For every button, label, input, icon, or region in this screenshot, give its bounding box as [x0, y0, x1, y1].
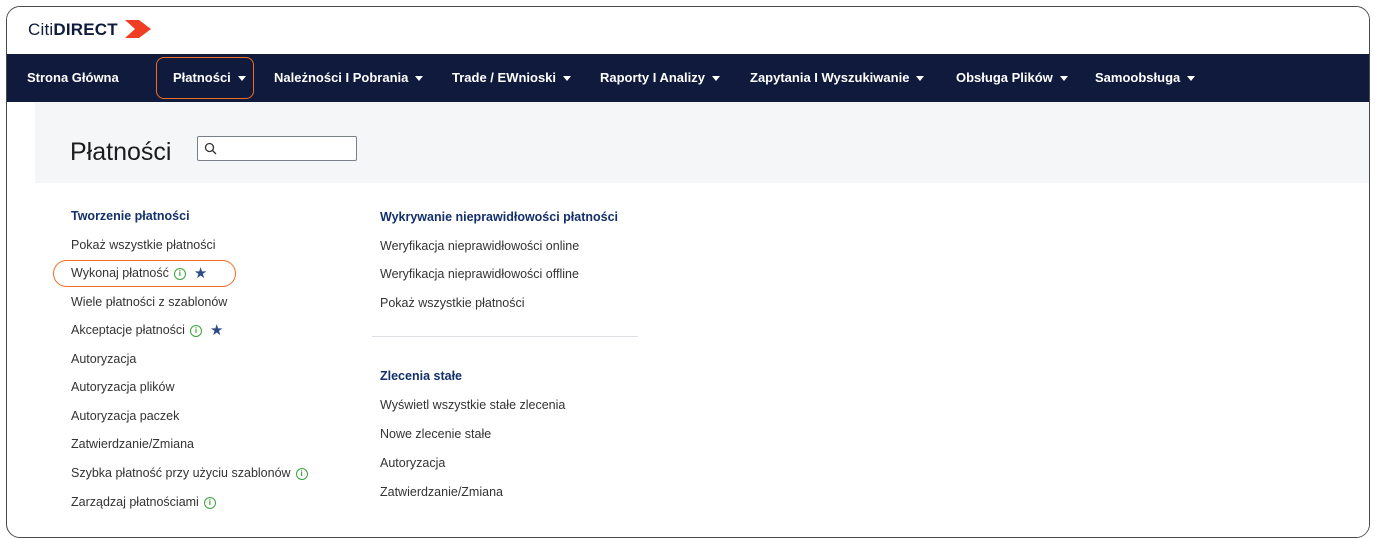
- search-input[interactable]: [197, 136, 357, 161]
- nav-item-label: Samoobsługa: [1095, 70, 1181, 85]
- menu-body: [35, 183, 1369, 537]
- caret-down-icon: [1059, 76, 1068, 82]
- nav-item-label: Obsługa Plików: [956, 70, 1053, 85]
- section-divider: [372, 336, 638, 337]
- link-label: Autoryzacja paczek: [71, 409, 180, 423]
- link-label: Zatwierdzanie/Zmiana: [71, 437, 194, 451]
- link-label: Autoryzacja plików: [71, 380, 175, 394]
- link-payment-approvals[interactable]: Akceptacje płatności i ★: [71, 323, 223, 338]
- brand-bar: CitiDIRECT: [7, 7, 1369, 54]
- nav-item-home[interactable]: Strona Główna: [27, 54, 119, 102]
- link-standing-approve-modify[interactable]: Zatwierdzanie/Zmiana: [380, 485, 503, 499]
- nav-item-files[interactable]: Obsługa Plików: [956, 54, 1068, 102]
- link-label: Zarządzaj płatnościami: [71, 495, 199, 509]
- logo-direct-text: DIRECT: [53, 20, 118, 39]
- nav-item-label: Raporty I Analizy: [600, 70, 705, 85]
- link-label: Akceptacje płatności: [71, 323, 185, 337]
- link-file-authorization[interactable]: Autoryzacja plików: [71, 380, 175, 394]
- link-label: Szybka płatność przy użyciu szablonów: [71, 466, 291, 480]
- link-standing-authorization[interactable]: Autoryzacja: [380, 456, 445, 470]
- logo-citi-text: Citi: [28, 20, 54, 39]
- info-icon[interactable]: i: [295, 467, 308, 480]
- nav-item-label: Zapytania I Wyszukiwanie: [750, 70, 910, 85]
- link-approve-modify[interactable]: Zatwierdzanie/Zmiana: [71, 437, 194, 451]
- nav-item-reports[interactable]: Raporty I Analizy: [600, 54, 720, 102]
- caret-down-icon: [415, 76, 424, 82]
- link-label: Weryfikacja nieprawidłowości offline: [380, 267, 579, 281]
- citidirect-logo[interactable]: CitiDIRECT: [28, 20, 151, 40]
- info-icon[interactable]: i: [189, 324, 202, 337]
- link-manage-payments[interactable]: Zarządzaj płatnościami i: [71, 495, 216, 509]
- link-multiple-payments-templates[interactable]: Wiele płatności z szablonów: [71, 295, 227, 309]
- link-label: Nowe zlecenie stałe: [380, 427, 492, 441]
- info-icon[interactable]: i: [203, 496, 216, 509]
- nav-highlight-annotation: [156, 57, 254, 99]
- nav-item-label: Należności I Pobrania: [274, 70, 409, 85]
- link-show-all-payments[interactable]: Pokaż wszystkie płatności: [71, 238, 216, 252]
- link-label: Wyświetl wszystkie stałe zlecenia: [380, 398, 566, 412]
- nav-item-receivables[interactable]: Należności I Pobrania: [274, 54, 424, 102]
- section-title-fraud-detection: Wykrywanie nieprawidłowości płatności: [380, 210, 619, 224]
- link-view-standing-orders[interactable]: Wyświetl wszystkie stałe zlecenia: [380, 398, 565, 412]
- caret-down-icon: [1187, 76, 1196, 82]
- link-show-all-payments-2[interactable]: Pokaż wszystkie płatności: [380, 296, 525, 310]
- star-icon[interactable]: ★: [210, 323, 223, 338]
- nav-item-trade[interactable]: Trade / EWnioski: [452, 54, 572, 102]
- link-label: Wiele płatności z szablonów: [71, 295, 228, 309]
- caret-down-icon: [711, 76, 720, 82]
- logo-chevron-icon: [124, 20, 151, 39]
- link-authorization[interactable]: Autoryzacja: [71, 352, 136, 366]
- link-batch-authorization[interactable]: Autoryzacja paczek: [71, 409, 179, 423]
- link-label: Pokaż wszystkie płatności: [380, 296, 525, 310]
- link-label: Autoryzacja: [71, 352, 137, 366]
- page-title: Płatności: [70, 138, 172, 166]
- link-verify-online[interactable]: Weryfikacja nieprawidłowości online: [380, 239, 579, 253]
- caret-down-icon: [563, 76, 572, 82]
- nav-item-self-service[interactable]: Samoobsługa: [1095, 54, 1196, 102]
- menu-header: Płatności: [35, 102, 1369, 183]
- search-icon: [204, 142, 217, 155]
- link-label: Pokaż wszystkie płatności: [71, 238, 216, 252]
- section-title-standing-orders: Zlecenia stałe: [380, 369, 462, 383]
- item-highlight-annotation: [53, 260, 236, 287]
- link-verify-offline[interactable]: Weryfikacja nieprawidłowości offline: [380, 267, 579, 281]
- link-quick-payment-templates[interactable]: Szybka płatność przy użyciu szablonów i: [71, 466, 308, 480]
- link-new-standing-order[interactable]: Nowe zlecenie stałe: [380, 427, 491, 441]
- nav-item-label: Strona Główna: [27, 70, 119, 85]
- link-label: Autoryzacja: [380, 456, 446, 470]
- caret-down-icon: [916, 76, 925, 82]
- link-label: Weryfikacja nieprawidłowości online: [380, 239, 580, 253]
- section-title-create-payments: Tworzenie płatności: [71, 209, 190, 223]
- link-label: Zatwierdzanie/Zmiana: [380, 485, 503, 499]
- nav-item-label: Trade / EWnioski: [452, 70, 557, 85]
- nav-item-inquiries[interactable]: Zapytania I Wyszukiwanie: [750, 54, 925, 102]
